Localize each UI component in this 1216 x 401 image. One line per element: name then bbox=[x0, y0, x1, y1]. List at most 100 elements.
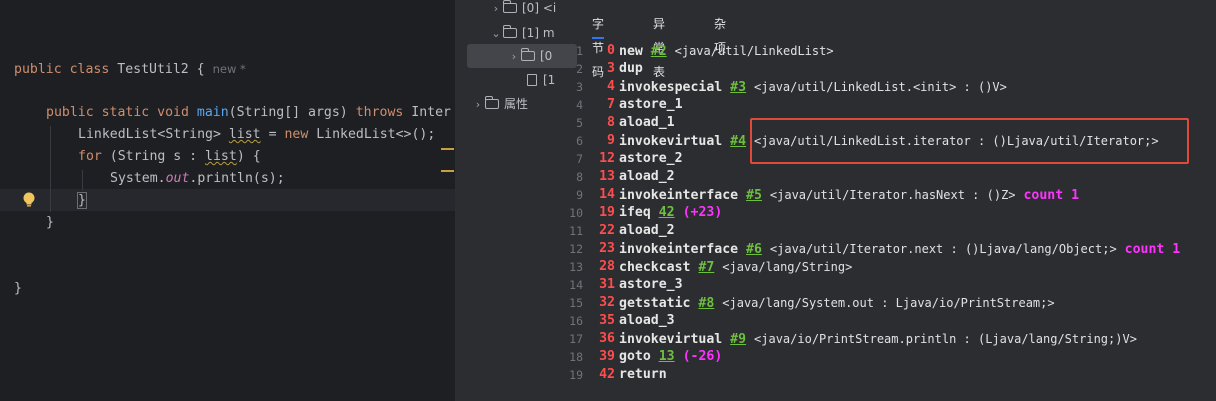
operand-descriptor: <java/util/Iterator.hasNext : ()Z> bbox=[769, 188, 1016, 202]
constant-pool-ref-link[interactable]: #2 bbox=[651, 44, 667, 59]
chevron-right-icon[interactable]: › bbox=[507, 46, 521, 68]
opcode: new bbox=[619, 44, 643, 59]
bytecode-offset: 36 bbox=[599, 331, 615, 346]
bytecode-offset: 32 bbox=[599, 295, 615, 310]
opcode: astore_3 bbox=[619, 277, 683, 292]
folder-icon bbox=[503, 25, 517, 38]
code-line-close-method[interactable]: } bbox=[46, 212, 54, 234]
operand-descriptor: <java/util/Iterator.next : ()Ljava/lang/… bbox=[769, 242, 1117, 256]
opcode: invokevirtual bbox=[619, 134, 723, 149]
constant-pool-ref-link[interactable]: #9 bbox=[730, 332, 746, 347]
line-number: 2 bbox=[576, 62, 583, 76]
arg-count: count 1 bbox=[1124, 242, 1181, 257]
line-number: 7 bbox=[576, 152, 583, 166]
opcode: aload_2 bbox=[619, 169, 675, 184]
file-icon bbox=[527, 74, 537, 86]
code-line-close-for[interactable]: } bbox=[77, 190, 87, 212]
tree-item[interactable]: › 属性 bbox=[471, 93, 528, 115]
opcode: aload_1 bbox=[619, 115, 675, 130]
constant-pool-ref-link[interactable]: #7 bbox=[698, 260, 714, 275]
bytecode-offset: 4 bbox=[607, 79, 615, 94]
tab-exception-table[interactable]: 异常表 bbox=[653, 12, 665, 79]
bytecode-offset: 3 bbox=[607, 61, 615, 76]
tab-misc[interactable]: 杂项 bbox=[714, 12, 726, 55]
line-number: 17 bbox=[569, 332, 583, 346]
code-line-list[interactable]: LinkedList<String> list = new LinkedList… bbox=[78, 124, 435, 146]
bytecode-offset: 13 bbox=[599, 169, 615, 184]
usage-hint[interactable]: new * bbox=[213, 62, 246, 76]
opcode: return bbox=[619, 367, 667, 382]
line-number: 3 bbox=[576, 80, 583, 94]
opcode: goto bbox=[619, 349, 651, 364]
bytecode-offset: 12 bbox=[599, 151, 615, 166]
line-number: 4 bbox=[576, 98, 583, 112]
tree-item[interactable]: [1 bbox=[527, 69, 555, 91]
folder-icon bbox=[485, 96, 499, 109]
warning-stripe[interactable] bbox=[441, 148, 454, 150]
chevron-right-icon[interactable]: › bbox=[489, 0, 503, 20]
constant-pool-ref-link[interactable]: 13 bbox=[659, 349, 675, 364]
jump-offset: (+23) bbox=[682, 205, 723, 220]
tab-bytecode[interactable]: 字节码 bbox=[592, 12, 605, 79]
code-line-for[interactable]: for (String s : list) { bbox=[78, 146, 261, 168]
bytecode-offset: 9 bbox=[607, 133, 615, 148]
line-number: 11 bbox=[569, 224, 583, 238]
lightbulb-icon[interactable] bbox=[21, 191, 37, 209]
line-number: 10 bbox=[569, 206, 583, 220]
bytecode-offset: 14 bbox=[599, 187, 615, 202]
bytecode-viewer-panel: › [0] <i ⌄ [1] m › [0 [1 › 属性 字节码 异常表 杂项 10n… bbox=[455, 0, 1216, 401]
class-declaration[interactable]: public class TestUtil2 {new * bbox=[14, 58, 246, 80]
warning-stripe[interactable] bbox=[441, 170, 454, 172]
bytecode-offset: 22 bbox=[599, 223, 615, 238]
indent-guide bbox=[50, 126, 51, 212]
opcode: invokespecial bbox=[619, 80, 723, 95]
jump-offset: (-26) bbox=[682, 349, 723, 364]
constant-pool-ref-link[interactable]: #5 bbox=[746, 188, 762, 203]
bytecode-offset: 7 bbox=[607, 97, 615, 112]
operand-descriptor: <java/io/PrintStream.println : (Ljava/la… bbox=[754, 332, 1137, 346]
line-number: 16 bbox=[569, 314, 583, 328]
operand-descriptor: <java/lang/String> bbox=[722, 260, 853, 274]
main-method-declaration[interactable]: public static void main(String[] args) t… bbox=[46, 102, 451, 124]
constant-pool-ref-link[interactable]: 42 bbox=[659, 205, 675, 220]
opcode: checkcast bbox=[619, 260, 691, 275]
opcode: aload_2 bbox=[619, 223, 675, 238]
tree-item-selected[interactable]: › [0 bbox=[507, 45, 552, 67]
line-number: 13 bbox=[569, 260, 583, 274]
indent-guide bbox=[82, 170, 83, 190]
constant-pool-ref-link[interactable]: #6 bbox=[746, 242, 762, 257]
caret-line-highlight bbox=[0, 189, 455, 211]
opcode: astore_2 bbox=[619, 151, 683, 166]
tree-item[interactable]: › [0] <i bbox=[489, 0, 556, 19]
bytecode-offset: 23 bbox=[599, 241, 615, 256]
constant-pool-ref-link[interactable]: #3 bbox=[730, 80, 746, 95]
constant-pool-ref-link[interactable]: #8 bbox=[698, 296, 714, 311]
line-number: 14 bbox=[569, 278, 583, 292]
opcode: ifeq bbox=[619, 205, 651, 220]
bytecode-offset: 0 bbox=[607, 43, 615, 58]
opcode: astore_1 bbox=[619, 97, 683, 112]
code-editor[interactable]: public class TestUtil2 {new * public sta… bbox=[0, 0, 455, 401]
operand-descriptor: <java/util/LinkedList.<init> : ()V> bbox=[754, 80, 1007, 94]
line-number: 9 bbox=[576, 188, 583, 202]
operand-descriptor: <java/util/LinkedList> bbox=[674, 44, 834, 58]
line-number: 6 bbox=[576, 134, 583, 148]
code-line-println[interactable]: System.out.println(s); bbox=[110, 168, 285, 190]
bytecode-offset: 31 bbox=[599, 277, 615, 292]
bytecode-offset: 19 bbox=[599, 205, 615, 220]
chevron-down-icon[interactable]: ⌄ bbox=[489, 23, 503, 45]
opcode: invokevirtual bbox=[619, 332, 723, 347]
line-number: 12 bbox=[569, 242, 583, 256]
folder-icon bbox=[521, 48, 535, 61]
opcode: aload_3 bbox=[619, 313, 675, 328]
line-number: 5 bbox=[576, 116, 583, 130]
highlight-annotation-box bbox=[750, 118, 1189, 164]
opcode: dup bbox=[619, 61, 643, 76]
constant-pool-ref-link[interactable]: #4 bbox=[730, 134, 746, 149]
bytecode-offset: 39 bbox=[599, 349, 615, 364]
tree-item[interactable]: ⌄ [1] m bbox=[489, 22, 555, 44]
code-line-close-class[interactable]: } bbox=[14, 278, 22, 300]
opcode: invokeinterface bbox=[619, 188, 739, 203]
chevron-right-icon[interactable]: › bbox=[471, 94, 485, 116]
line-number: 1 bbox=[576, 44, 583, 58]
